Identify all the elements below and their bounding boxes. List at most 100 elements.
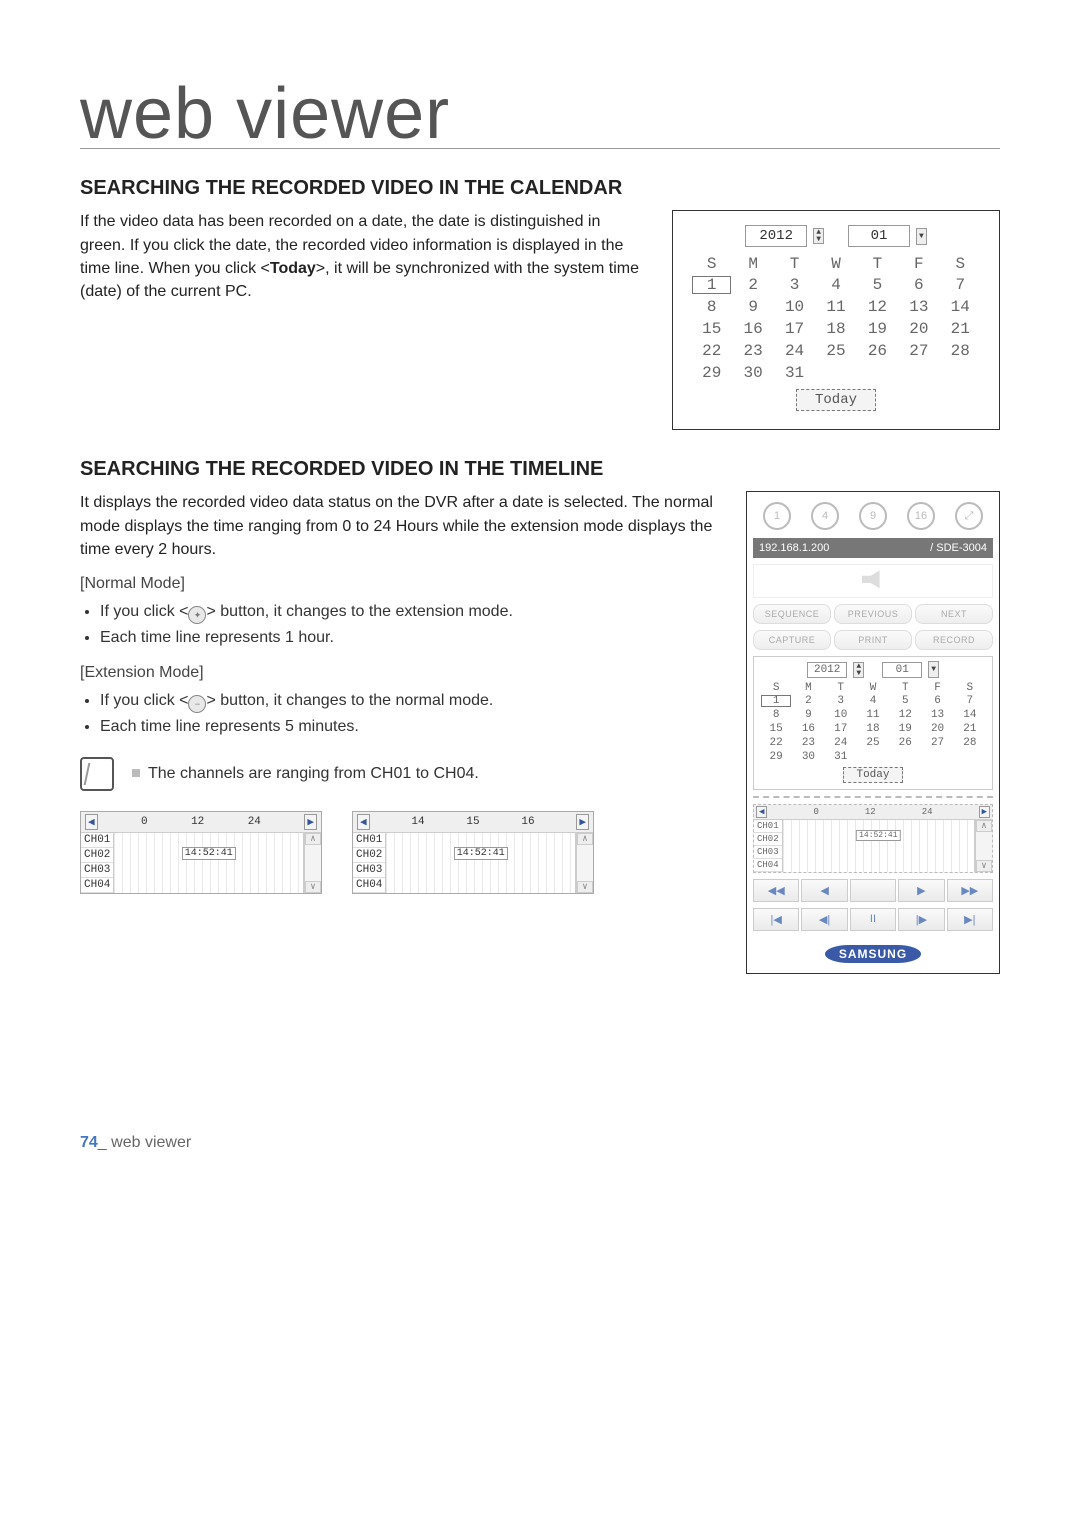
mini-month-field[interactable]: 01 (882, 662, 922, 678)
month-field[interactable]: 01 (848, 225, 910, 247)
calendar-day[interactable]: 8 (691, 297, 732, 317)
calendar-day[interactable]: 27 (921, 736, 953, 750)
calendar-day[interactable]: 15 (691, 319, 732, 339)
layout-button[interactable]: 16 (907, 502, 935, 530)
calendar-day[interactable]: 29 (760, 750, 792, 764)
year-field[interactable]: 2012 (745, 225, 807, 247)
calendar-day[interactable]: 13 (921, 708, 953, 722)
layout-button[interactable]: 1 (763, 502, 791, 530)
today-button[interactable]: Today (796, 389, 876, 411)
calendar-day[interactable]: 22 (691, 341, 732, 361)
calendar-day[interactable]: 14 (954, 708, 986, 722)
calendar-day[interactable]: 20 (921, 722, 953, 736)
speaker-icon[interactable] (862, 570, 884, 588)
calendar-day[interactable]: 7 (940, 275, 981, 295)
calendar-day[interactable]: 3 (825, 694, 857, 708)
next-button[interactable]: NEXT (915, 604, 993, 624)
timeline-prev-button[interactable]: ◀ (357, 814, 370, 830)
calendar-day[interactable]: 9 (732, 297, 773, 317)
calendar-day[interactable]: 6 (898, 275, 939, 295)
calendar-day[interactable]: 11 (857, 708, 889, 722)
calendar-day[interactable]: 16 (732, 319, 773, 339)
timeline-next-button[interactable]: ▶ (304, 814, 317, 830)
calendar-day[interactable]: 27 (898, 341, 939, 361)
calendar-day[interactable]: 13 (898, 297, 939, 317)
calendar-day[interactable]: 7 (954, 694, 986, 708)
calendar-day[interactable]: 19 (889, 722, 921, 736)
month-dropdown-icon[interactable]: ▼ (916, 228, 927, 245)
calendar-day[interactable]: 25 (815, 341, 856, 361)
calendar-day[interactable]: 8 (760, 708, 792, 722)
layout-button[interactable]: 9 (859, 502, 887, 530)
year-spinner[interactable]: ▲▼ (813, 228, 824, 244)
calendar-day[interactable]: 26 (889, 736, 921, 750)
calendar-grid[interactable]: SMTWTFS123456789101112131415161718192021… (691, 255, 981, 383)
calendar-day[interactable]: 2 (732, 275, 773, 295)
calendar-day[interactable]: 31 (825, 750, 857, 764)
timeline-next-button[interactable]: ▶ (576, 814, 589, 830)
record-button[interactable]: RECORD (915, 630, 993, 650)
calendar-day[interactable]: 22 (760, 736, 792, 750)
calendar-day[interactable]: 24 (774, 341, 815, 361)
layout-button[interactable]: 4 (811, 502, 839, 530)
calendar-day[interactable]: 10 (825, 708, 857, 722)
calendar-day[interactable]: 6 (921, 694, 953, 708)
transport-button[interactable]: ◀◀ (753, 879, 799, 902)
calendar-day[interactable]: 28 (940, 341, 981, 361)
calendar-day[interactable]: 17 (774, 319, 815, 339)
calendar-day[interactable]: 17 (825, 722, 857, 736)
timeline-graph[interactable]: 14:52:41 (386, 833, 576, 893)
calendar-day[interactable]: 20 (898, 319, 939, 339)
calendar-day[interactable]: 1 (691, 275, 732, 295)
calendar-day[interactable]: 10 (774, 297, 815, 317)
transport-button[interactable]: II (850, 908, 896, 931)
timeline-graph[interactable]: 14:52:41 (114, 833, 304, 893)
timeline-graph[interactable]: 14:52:41 (783, 820, 975, 872)
calendar-day[interactable]: 15 (760, 722, 792, 736)
mini-calendar-grid[interactable]: SMTWTFS123456789101112131415161718192021… (760, 682, 986, 764)
calendar-day[interactable]: 3 (774, 275, 815, 295)
calendar-day[interactable]: 4 (815, 275, 856, 295)
calendar-day[interactable]: 9 (792, 708, 824, 722)
calendar-day[interactable]: 4 (857, 694, 889, 708)
calendar-day[interactable]: 30 (792, 750, 824, 764)
timeline-prev-button[interactable]: ◀ (85, 814, 98, 830)
calendar-day[interactable]: 12 (857, 297, 898, 317)
calendar-day[interactable]: 29 (691, 363, 732, 383)
sequence-button[interactable]: SEQUENCE (753, 604, 831, 624)
calendar-day[interactable]: 16 (792, 722, 824, 736)
mini-month-dropdown-icon[interactable]: ▼ (928, 661, 939, 678)
previous-button[interactable]: PREVIOUS (834, 604, 912, 624)
calendar-day[interactable]: 25 (857, 736, 889, 750)
calendar-day[interactable]: 12 (889, 708, 921, 722)
mini-today-button[interactable]: Today (843, 767, 902, 783)
mini-year-field[interactable]: 2012 (807, 662, 847, 678)
calendar-day[interactable]: 14 (940, 297, 981, 317)
calendar-day[interactable]: 21 (940, 319, 981, 339)
transport-button[interactable]: ▶| (947, 908, 993, 931)
calendar-day[interactable]: 18 (815, 319, 856, 339)
calendar-day[interactable]: 28 (954, 736, 986, 750)
calendar-day[interactable]: 26 (857, 341, 898, 361)
calendar-day[interactable]: 18 (857, 722, 889, 736)
timeline-scrollbar[interactable]: ∧∨ (975, 820, 992, 872)
transport-button[interactable] (850, 879, 896, 902)
calendar-day[interactable]: 19 (857, 319, 898, 339)
print-button[interactable]: PRINT (834, 630, 912, 650)
calendar-day[interactable]: 23 (792, 736, 824, 750)
calendar-day[interactable]: 30 (732, 363, 773, 383)
calendar-day[interactable]: 2 (792, 694, 824, 708)
layout-button[interactable]: ⤢ (955, 502, 983, 530)
transport-button[interactable]: ▶▶ (947, 879, 993, 902)
transport-button[interactable]: ▶ (898, 879, 944, 902)
calendar-day[interactable]: 1 (760, 694, 792, 708)
calendar-day[interactable]: 5 (857, 275, 898, 295)
timeline-prev-button[interactable]: ◀ (756, 806, 767, 818)
timeline-scrollbar[interactable]: ∧∨ (576, 833, 593, 893)
calendar-day[interactable]: 24 (825, 736, 857, 750)
transport-button[interactable]: |◀ (753, 908, 799, 931)
timeline-next-button[interactable]: ▶ (979, 806, 990, 818)
transport-button[interactable]: ◀| (801, 908, 847, 931)
calendar-day[interactable]: 23 (732, 341, 773, 361)
transport-button[interactable]: ◀ (801, 879, 847, 902)
